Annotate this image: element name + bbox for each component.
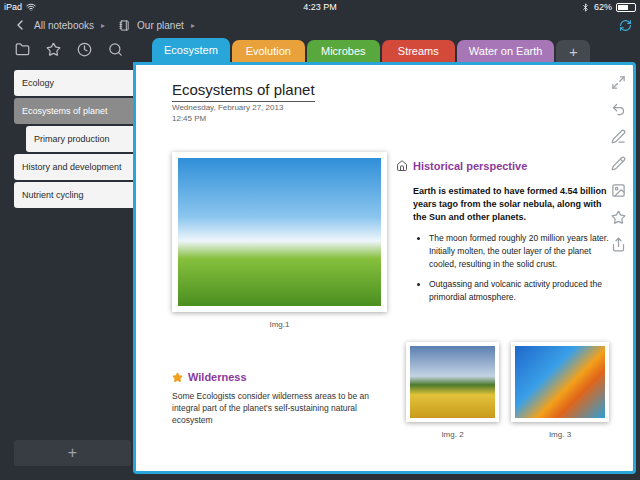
share-icon[interactable] (611, 237, 626, 252)
gallery-figure: Img. 3 (511, 342, 609, 440)
notebook-icon (119, 20, 130, 31)
bullet-item: The moon formed roughly 20 million years… (429, 232, 609, 271)
sidebar: EcologyEcosystems of planetPrimary produ… (0, 62, 133, 474)
section-tab[interactable]: Ecosystem (152, 38, 230, 62)
photo-caption: Img.1 (269, 320, 289, 330)
section-tab[interactable]: Streams (382, 40, 455, 62)
photo-frame[interactable] (406, 342, 499, 422)
sidebar-item[interactable]: Ecology (14, 70, 133, 96)
section-tab[interactable]: Water on Earth (457, 40, 555, 62)
favorites-icon[interactable] (46, 42, 61, 57)
device-name: iPad (4, 1, 22, 13)
app-screen: iPad 4:23 PM 62% All notebooks ▸ Our planet ▸ E… (0, 0, 640, 480)
sync-icon[interactable] (619, 19, 632, 32)
note-title[interactable]: Ecosystems of planet (172, 81, 315, 102)
sidebar-item[interactable]: History and development (14, 154, 133, 180)
bullet-item: Outgassing and volcanic activity produce… (429, 278, 609, 304)
section-tab[interactable]: Evolution (232, 40, 305, 62)
photo-frame[interactable] (511, 342, 609, 422)
folder-icon[interactable] (15, 42, 30, 57)
workspace: EcosystemEvolutionMicrobesStreamsWater o… (0, 36, 640, 480)
pencil-icon[interactable] (611, 156, 626, 171)
battery-reading: 62% (594, 1, 612, 13)
undo-icon[interactable] (611, 102, 626, 117)
back-icon[interactable] (12, 17, 28, 33)
photo-caption: Img. 3 (549, 430, 571, 440)
star-icon[interactable] (611, 210, 626, 225)
note-time: 12:45 PM (172, 113, 603, 124)
status-bar: iPad 4:23 PM 62% (0, 0, 640, 14)
sidebar-item[interactable]: Ecosystems of planet (14, 98, 133, 124)
status-left: iPad (4, 1, 303, 13)
sidebar-item[interactable]: Primary production (26, 126, 133, 152)
breadcrumb-label[interactable]: Our planet (137, 20, 184, 31)
balloon-photo (178, 158, 381, 306)
main-figure: Img.1 (172, 152, 387, 330)
nav-bar: All notebooks ▸ Our planet ▸ (0, 14, 640, 36)
lead-paragraph: Earth is estimated to have formed 4.54 b… (413, 185, 609, 224)
gallery-photo (410, 346, 495, 418)
history-section: Historical perspective Earth is estimated… (396, 152, 609, 330)
home-icon (396, 160, 408, 172)
recent-icon[interactable] (77, 42, 92, 57)
battery-icon (616, 3, 636, 12)
photo-gallery: Img. 2 Img. 3 (396, 342, 609, 440)
heading-text: Historical perspective (413, 159, 527, 173)
gallery-figure: Img. 2 (406, 342, 499, 440)
add-page-button[interactable]: + (14, 440, 131, 466)
bullet-list: The moon formed roughly 20 million years… (413, 232, 609, 304)
note-page: Ecosystems of planetWednesday, February … (133, 62, 636, 474)
sidebar-item[interactable]: Nutrient cycling (14, 182, 133, 208)
battery-fill (618, 5, 628, 10)
wifi-icon (26, 2, 36, 12)
wilderness-section: Wilderness Some Ecologists consider wilde… (172, 342, 387, 440)
photo-caption: Img. 2 (441, 430, 463, 440)
note-content: Ecosystems of planetWednesday, February … (136, 65, 603, 471)
heading-text: Wilderness (188, 370, 247, 384)
photo-frame[interactable] (172, 152, 387, 312)
search-icon[interactable] (108, 42, 123, 57)
breadcrumb-item[interactable]: All notebooks ▸ (34, 20, 113, 31)
status-right: 62% (337, 1, 636, 13)
star-icon (172, 372, 183, 383)
clock: 4:23 PM (303, 1, 337, 13)
gallery-photo (515, 346, 605, 418)
add-tab-button[interactable]: + (556, 40, 590, 62)
note-date: Wednesday, February 27, 2013 (172, 102, 603, 113)
tab-bar: EcosystemEvolutionMicrobesStreamsWater o… (133, 36, 640, 62)
bluetooth-icon (581, 3, 590, 12)
section-tab[interactable]: Microbes (307, 40, 380, 62)
note-body: Img.1Historical perspectiveEarth is esti… (172, 152, 603, 440)
expand-icon[interactable] (611, 75, 626, 90)
wilderness-text: Some Ecologists consider wilderness area… (172, 390, 377, 426)
section-heading: Wilderness (172, 370, 387, 384)
breadcrumb-separator: ▸ (101, 21, 105, 30)
image-icon[interactable] (611, 183, 626, 198)
sidebar-toolbar (0, 36, 133, 62)
breadcrumb-label[interactable]: All notebooks (34, 20, 94, 31)
page-toolbar (603, 65, 633, 471)
breadcrumb-separator: ▸ (191, 21, 195, 30)
section-heading: Historical perspective (396, 159, 609, 173)
breadcrumb-item[interactable]: Our planet ▸ (119, 20, 203, 31)
pen-icon[interactable] (611, 129, 626, 144)
